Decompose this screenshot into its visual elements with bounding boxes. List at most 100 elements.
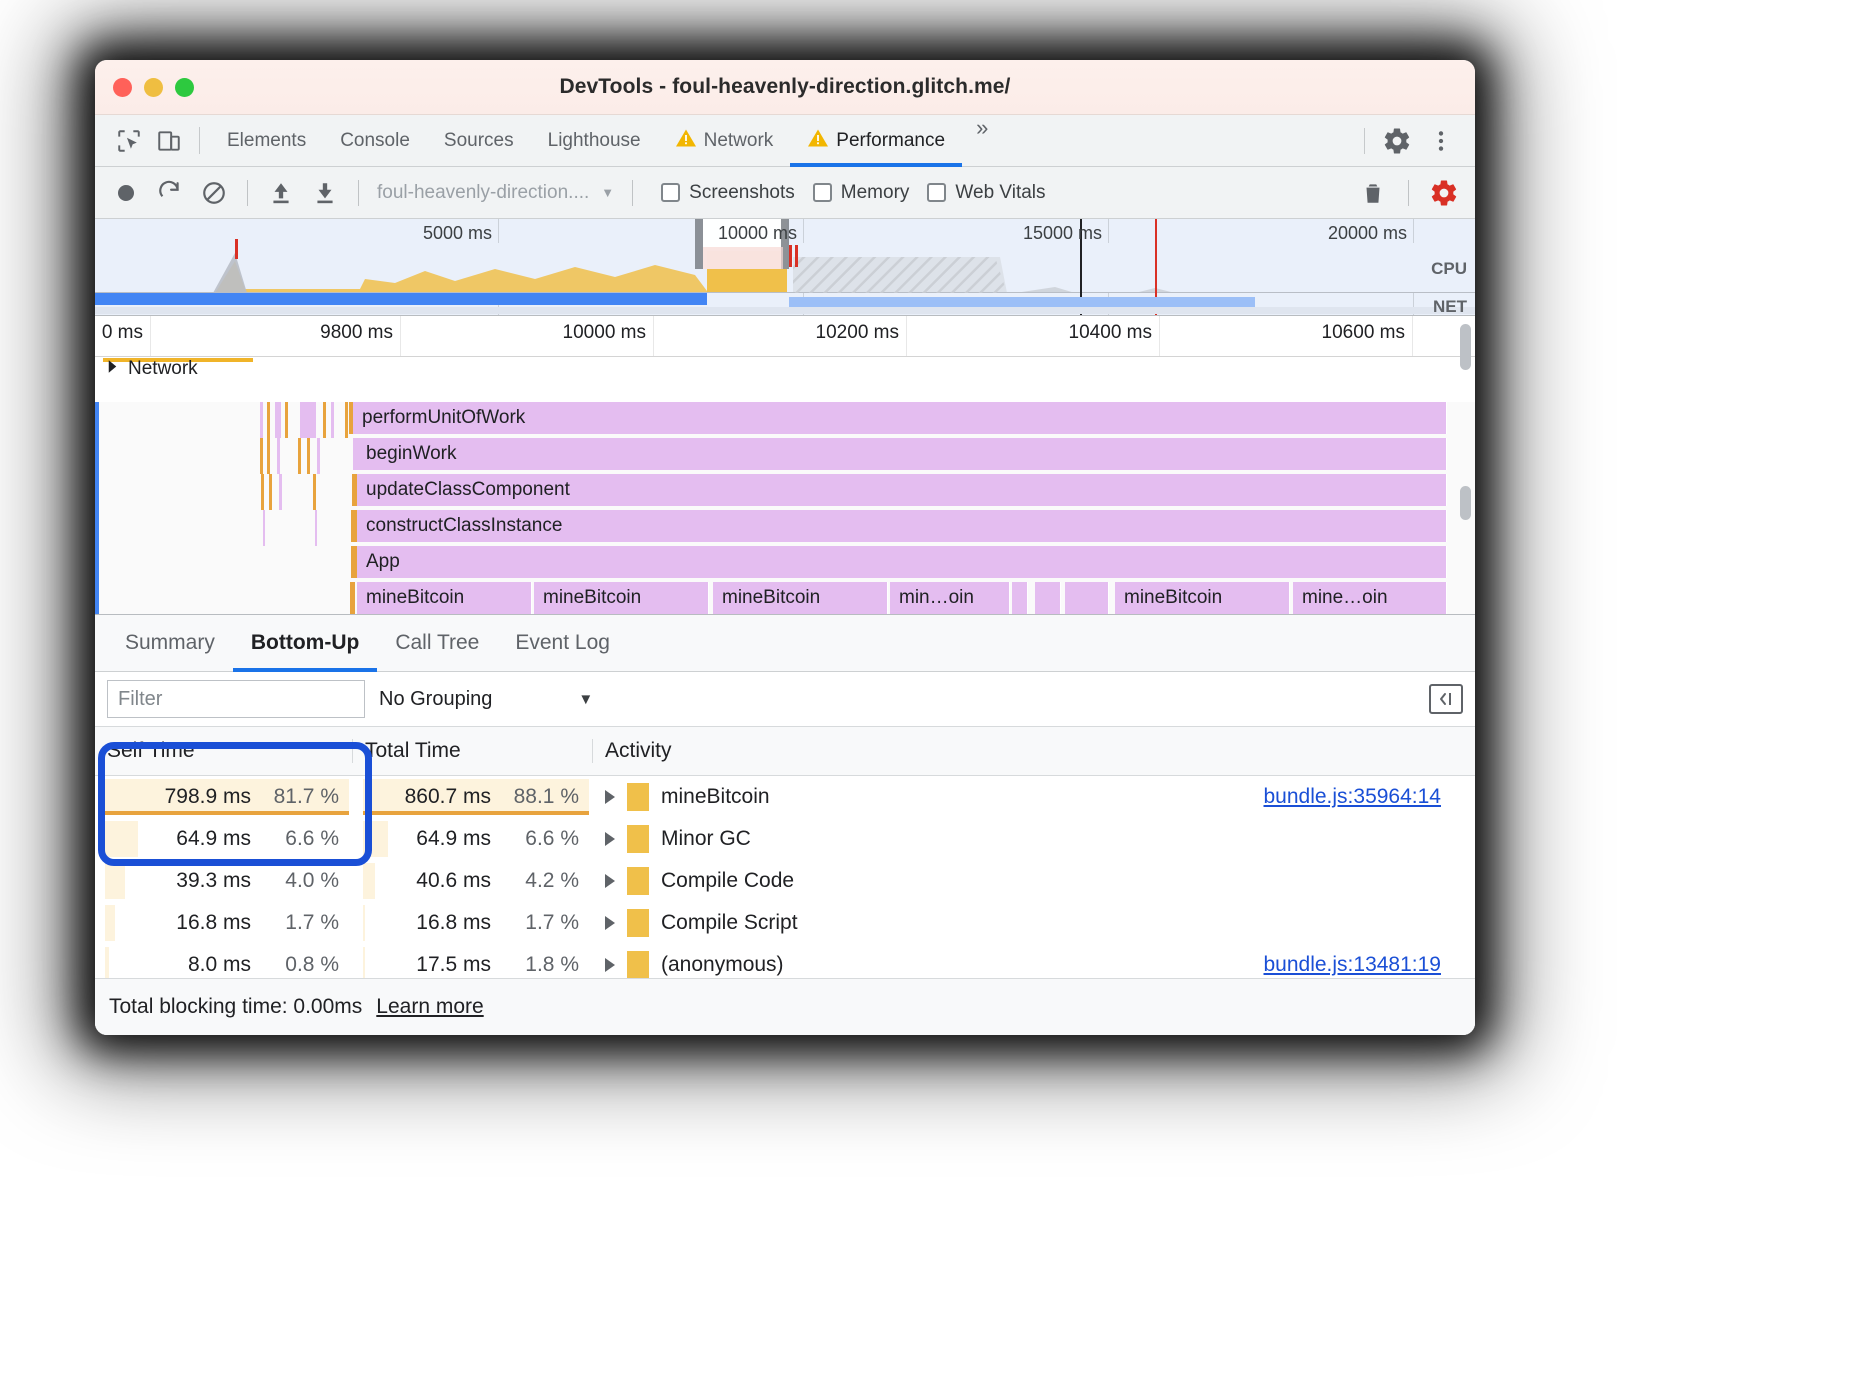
source-link[interactable]: bundle.js:13481:19 xyxy=(1264,953,1442,977)
tab-label: Event Log xyxy=(515,631,610,654)
tab-bottom-up[interactable]: Bottom-Up xyxy=(232,615,378,672)
checkbox-box xyxy=(927,183,947,202)
flame-frame[interactable] xyxy=(1035,582,1061,614)
show-sidebar-icon[interactable] xyxy=(1429,684,1463,714)
cell-activity[interactable]: Compile Script xyxy=(593,902,1475,944)
settings-gear-icon[interactable] xyxy=(1375,119,1419,163)
timeline-scrollbar-thumb[interactable] xyxy=(1460,486,1471,520)
flame-frame[interactable]: beginWork xyxy=(357,438,1447,470)
save-profile-icon[interactable] xyxy=(304,173,346,213)
column-header-activity[interactable]: Activity xyxy=(593,739,1475,763)
table-row[interactable]: 798.9 ms 81.7 % 860.7 ms 88.1 % mineBitc… xyxy=(95,776,1475,818)
cell-activity[interactable]: Minor GC xyxy=(593,818,1475,860)
inspect-element-icon[interactable] xyxy=(109,115,149,166)
triangle-right-icon[interactable] xyxy=(105,358,120,380)
flame-frame[interactable] xyxy=(1012,582,1028,614)
flame-row-minebitcoin[interactable]: mineBitcoin mineBitcoin mineBitcoin min…… xyxy=(95,582,1475,614)
flame-frame[interactable]: App xyxy=(357,546,1447,578)
tab-elements[interactable]: Elements xyxy=(210,115,323,166)
table-row[interactable]: 8.0 ms 0.8 % 17.5 ms 1.8 % (anonymous) b… xyxy=(95,944,1475,978)
expand-triangle-icon[interactable] xyxy=(605,916,615,930)
expand-triangle-icon[interactable] xyxy=(605,958,615,972)
flame-frame[interactable]: mineBitcoin xyxy=(357,582,532,614)
device-toolbar-icon[interactable] xyxy=(149,115,189,166)
table-row[interactable]: 64.9 ms 6.6 % 64.9 ms 6.6 % Minor GC xyxy=(95,818,1475,860)
overview-tick-label: 20000 ms xyxy=(1327,223,1407,243)
expand-triangle-icon[interactable] xyxy=(605,874,615,888)
learn-more-link[interactable]: Learn more xyxy=(376,995,483,1019)
flame-frame[interactable]: updateClassComponent xyxy=(357,474,1447,506)
checkbox-label: Screenshots xyxy=(689,181,795,203)
flame-frame[interactable]: mineBitcoin xyxy=(713,582,888,614)
cell-activity[interactable]: Compile Code xyxy=(593,860,1475,902)
filter-input[interactable]: Filter xyxy=(107,680,365,718)
cell-activity[interactable]: (anonymous) bundle.js:13481:19 xyxy=(593,944,1475,978)
column-header-self-time[interactable]: Self Time xyxy=(95,739,353,763)
activity-color-swatch xyxy=(627,951,649,978)
tab-summary[interactable]: Summary xyxy=(107,615,233,671)
memory-checkbox[interactable]: Memory xyxy=(812,182,909,204)
tab-label: Bottom-Up xyxy=(250,631,360,654)
timeline-scrollbar-thumb[interactable] xyxy=(1460,324,1471,370)
self-time-value: 64.9 ms xyxy=(176,827,251,850)
flame-frame[interactable]: performUnitOfWork xyxy=(353,402,1447,434)
tab-label: Console xyxy=(340,129,410,151)
load-profile-icon[interactable] xyxy=(260,173,302,213)
overview-selection-left-handle[interactable] xyxy=(695,219,703,269)
table-body[interactable]: 798.9 ms 81.7 % 860.7 ms 88.1 % mineBitc… xyxy=(95,776,1475,978)
tab-performance[interactable]: Performance xyxy=(790,115,962,167)
timeline-overview[interactable]: 5000 ms 10000 ms 15000 ms 20000 ms CPU N… xyxy=(95,219,1475,316)
flame-frame[interactable]: constructClassInstance xyxy=(357,510,1447,542)
table-row[interactable]: 39.3 ms 4.0 % 40.6 ms 4.2 % Compile Code xyxy=(95,860,1475,902)
flame-frame[interactable]: mine…oin xyxy=(1293,582,1447,614)
reload-record-icon[interactable] xyxy=(149,173,191,213)
tab-lighthouse[interactable]: Lighthouse xyxy=(531,115,658,166)
expand-triangle-icon[interactable] xyxy=(605,790,615,804)
flame-row[interactable]: beginWork xyxy=(95,438,1475,472)
total-time-percent: 1.8 % xyxy=(525,953,579,976)
activity-color-swatch xyxy=(627,909,649,937)
tab-console[interactable]: Console xyxy=(323,115,427,166)
expand-triangle-icon[interactable] xyxy=(605,832,615,846)
flame-frame-marker xyxy=(351,510,357,542)
flame-frame-marker xyxy=(351,546,357,578)
flame-frame-marker xyxy=(353,438,357,470)
tab-network[interactable]: Network xyxy=(658,115,791,166)
network-track-header[interactable]: Network xyxy=(95,358,198,380)
flame-frame-marker xyxy=(350,582,355,614)
tab-sources[interactable]: Sources xyxy=(427,115,531,166)
flame-frame[interactable]: min…oin xyxy=(890,582,1010,614)
flame-frame[interactable]: mineBitcoin xyxy=(534,582,709,614)
flame-frame[interactable]: mineBitcoin xyxy=(1115,582,1290,614)
self-time-value: 16.8 ms xyxy=(176,911,251,934)
tab-call-tree[interactable]: Call Tree xyxy=(377,615,497,671)
flame-chart-timeline[interactable]: 0 ms 9800 ms 10000 ms 10200 ms 10400 ms … xyxy=(95,316,1475,614)
column-header-total-time[interactable]: Total Time xyxy=(353,739,593,763)
clear-icon[interactable] xyxy=(193,173,235,213)
record-icon[interactable] xyxy=(105,173,147,213)
flame-frame[interactable] xyxy=(1065,582,1109,614)
flame-row[interactable]: updateClassComponent xyxy=(95,474,1475,508)
web-vitals-checkbox[interactable]: Web Vitals xyxy=(927,182,1046,204)
capture-settings-gear-icon[interactable] xyxy=(1423,173,1465,213)
overview-marker-red xyxy=(789,245,792,267)
flame-row[interactable]: App xyxy=(95,546,1475,580)
more-vertical-icon[interactable] xyxy=(1419,119,1463,163)
table-row[interactable]: 16.8 ms 1.7 % 16.8 ms 1.7 % Compile Scri… xyxy=(95,902,1475,944)
cell-activity[interactable]: mineBitcoin bundle.js:35964:14 xyxy=(593,776,1475,818)
activity-color-swatch xyxy=(627,867,649,895)
tab-label: Summary xyxy=(125,631,215,654)
net-track-background xyxy=(95,307,1475,314)
tab-event-log[interactable]: Event Log xyxy=(497,615,628,671)
trash-icon[interactable] xyxy=(1352,173,1394,213)
screenshots-checkbox[interactable]: Screenshots xyxy=(661,182,795,204)
flame-row[interactable]: constructClassInstance xyxy=(95,510,1475,544)
source-link[interactable]: bundle.js:35964:14 xyxy=(1264,785,1442,809)
net-request-bar xyxy=(95,293,707,305)
more-tabs-button[interactable]: » xyxy=(962,115,1002,166)
target-select[interactable]: foul-heavenly-direction.... ▼ xyxy=(371,182,620,204)
flame-row[interactable]: performUnitOfWork xyxy=(95,402,1475,436)
flame-frame-marker xyxy=(352,474,357,506)
grouping-select[interactable]: No Grouping ▼ xyxy=(379,688,593,711)
total-time-percent: 6.6 % xyxy=(525,827,579,850)
